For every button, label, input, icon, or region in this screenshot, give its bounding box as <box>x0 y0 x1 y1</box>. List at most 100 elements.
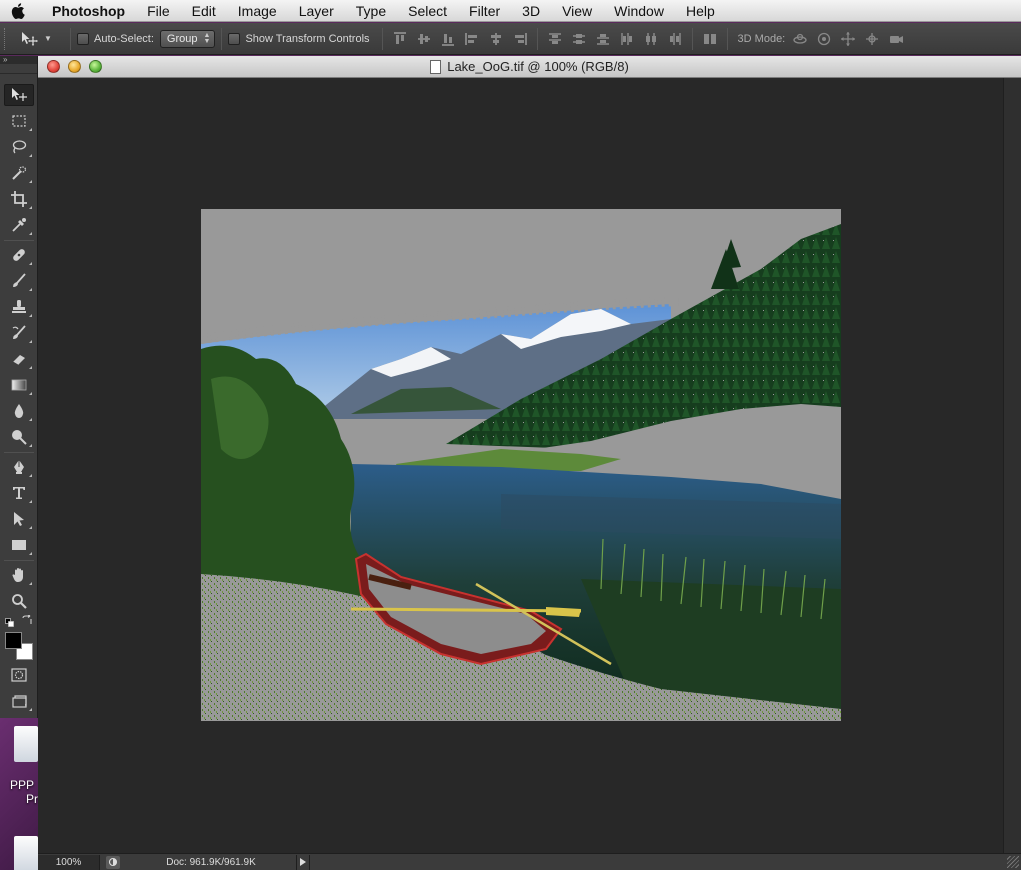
pen-tool[interactable] <box>4 456 34 478</box>
type-tool[interactable] <box>4 482 34 504</box>
default-colors-icon[interactable] <box>5 614 14 627</box>
align-right-icon[interactable] <box>509 28 531 50</box>
crop-icon <box>11 191 27 207</box>
menu-help[interactable]: Help <box>675 3 726 19</box>
align-bottom-icon[interactable] <box>437 28 459 50</box>
status-menu-arrow-icon[interactable] <box>296 854 310 870</box>
options-bar-grip[interactable] <box>4 27 10 50</box>
distribute-left-icon[interactable] <box>616 28 638 50</box>
quick-selection-tool[interactable] <box>4 162 34 184</box>
auto-select-dropdown[interactable]: Group ▲ ▼ <box>159 29 216 48</box>
3d-pan-icon[interactable] <box>837 28 859 50</box>
tools-separator <box>4 452 34 453</box>
separator <box>221 27 223 50</box>
distribute-top-icon[interactable] <box>544 28 566 50</box>
align-buttons <box>389 28 531 50</box>
spot-healing-tool[interactable] <box>4 244 34 266</box>
hand-icon <box>12 568 23 582</box>
align-vcenter-icon[interactable] <box>413 28 435 50</box>
distribute-vcenter-icon[interactable] <box>568 28 590 50</box>
lasso-icon <box>12 140 27 154</box>
3d-roll-icon[interactable] <box>813 28 835 50</box>
blur-tool[interactable] <box>4 400 34 422</box>
dodge-tool[interactable] <box>4 426 34 448</box>
zoom-button[interactable] <box>89 60 102 73</box>
distribute-right-icon[interactable] <box>664 28 686 50</box>
screen-mode-icon <box>12 695 27 708</box>
eyedropper-tool[interactable] <box>4 214 34 236</box>
close-button[interactable] <box>47 60 60 73</box>
gradient-tool[interactable] <box>4 374 34 396</box>
3d-slide-icon[interactable] <box>861 28 883 50</box>
auto-select-label: Auto-Select: <box>94 32 154 45</box>
history-brush-icon <box>12 325 26 339</box>
resize-grip-icon[interactable] <box>1007 856 1019 868</box>
tools-separator <box>4 240 34 241</box>
auto-select-checkbox[interactable] <box>77 32 89 45</box>
3d-mode-buttons <box>789 28 907 50</box>
show-transform-checkbox[interactable] <box>228 32 241 45</box>
menu-image[interactable]: Image <box>227 3 288 19</box>
screen-mode-button[interactable] <box>4 690 34 712</box>
zoom-tool[interactable] <box>4 590 34 612</box>
quick-selection-icon <box>12 166 27 180</box>
history-brush-tool[interactable] <box>4 322 34 344</box>
distribute-hcenter-icon[interactable] <box>640 28 662 50</box>
desktop-document-icon[interactable] <box>14 726 38 762</box>
document-title-bar[interactable]: Lake_OoG.tif @ 100% (RGB/8) <box>38 56 1021 78</box>
marquee-tool[interactable] <box>4 110 34 132</box>
move-tool-icon <box>22 31 38 46</box>
pen-icon <box>14 460 24 474</box>
menu-file[interactable]: File <box>136 3 181 19</box>
path-selection-arrow-icon <box>14 512 24 526</box>
clone-stamp-tool[interactable] <box>4 296 34 318</box>
rectangular-marquee-icon <box>12 115 26 127</box>
distribute-bottom-icon[interactable] <box>592 28 614 50</box>
proof-setup-icon[interactable] <box>106 855 120 869</box>
zoom-level-field[interactable]: 100% <box>38 854 100 870</box>
tool-preset-picker[interactable]: ▼ <box>20 31 64 47</box>
vertical-scrollbar[interactable] <box>1003 78 1021 853</box>
3d-scale-camera-icon[interactable] <box>885 28 907 50</box>
menu-app-name[interactable]: Photoshop <box>36 3 136 19</box>
eraser-icon <box>12 355 25 366</box>
rectangle-tool[interactable] <box>4 534 34 556</box>
align-hcenter-icon[interactable] <box>485 28 507 50</box>
desktop-document-icon[interactable] <box>14 836 38 870</box>
menu-select[interactable]: Select <box>397 3 458 19</box>
menu-type[interactable]: Type <box>345 3 397 19</box>
menu-filter[interactable]: Filter <box>458 3 511 19</box>
desktop-item-label[interactable]: PPP <box>10 778 34 792</box>
align-top-icon[interactable] <box>389 28 411 50</box>
3d-rotate-icon[interactable] <box>789 28 811 50</box>
quick-mask-button[interactable] <box>4 664 34 686</box>
desktop-item-label[interactable]: Pr <box>26 792 38 806</box>
foreground-color-swatch[interactable] <box>5 632 22 649</box>
panel-grip[interactable] <box>0 64 37 74</box>
menu-window[interactable]: Window <box>603 3 675 19</box>
brush-icon <box>13 273 26 287</box>
panel-collapse-icon[interactable]: » <box>0 56 37 64</box>
quick-mask-icon <box>11 668 27 682</box>
menu-view[interactable]: View <box>551 3 603 19</box>
eraser-tool[interactable] <box>4 348 34 370</box>
swap-colors-icon[interactable] <box>21 613 33 624</box>
canvas-area[interactable] <box>38 78 1003 853</box>
auto-select-value: Group <box>166 32 198 45</box>
blur-drop-icon <box>14 404 24 418</box>
move-tool[interactable] <box>4 84 34 106</box>
status-bar: 100% Doc: 961.9K/961.9K <box>38 853 1021 870</box>
apple-icon[interactable] <box>0 2 36 19</box>
brush-tool[interactable] <box>4 270 34 292</box>
align-left-icon[interactable] <box>461 28 483 50</box>
menu-3d[interactable]: 3D <box>511 3 551 19</box>
minimize-button[interactable] <box>68 60 81 73</box>
lake-image-gamut-warning[interactable] <box>201 209 841 721</box>
crop-tool[interactable] <box>4 188 34 210</box>
lasso-tool[interactable] <box>4 136 34 158</box>
path-selection-tool[interactable] <box>4 508 34 530</box>
hand-tool[interactable] <box>4 564 34 586</box>
auto-align-icon[interactable] <box>699 28 721 50</box>
menu-edit[interactable]: Edit <box>181 3 227 19</box>
menu-layer[interactable]: Layer <box>288 3 345 19</box>
